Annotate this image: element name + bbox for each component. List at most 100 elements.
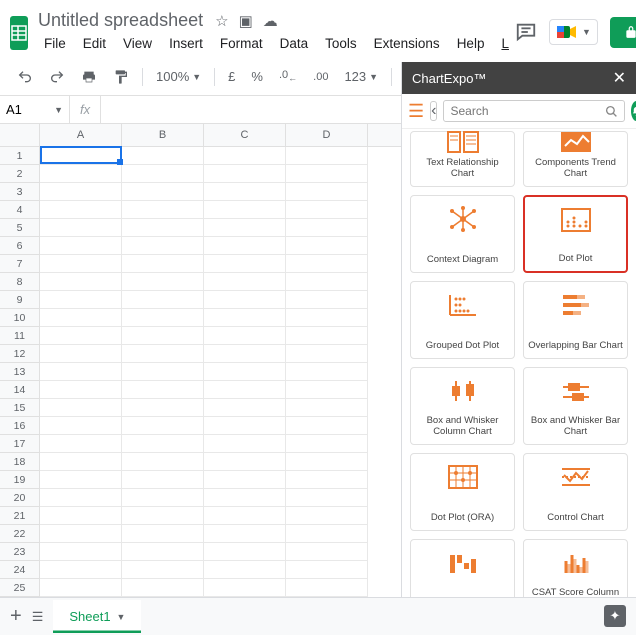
cell[interactable]: [122, 165, 204, 183]
search-input[interactable]: [443, 100, 625, 122]
cell[interactable]: [204, 237, 286, 255]
close-icon[interactable]: ✕: [613, 68, 626, 88]
row-header[interactable]: 4: [0, 201, 40, 219]
star-icon[interactable]: ☆: [215, 12, 228, 30]
row-header[interactable]: 2: [0, 165, 40, 183]
cell[interactable]: [286, 471, 368, 489]
cell[interactable]: [40, 579, 122, 597]
cell[interactable]: [122, 327, 204, 345]
cell[interactable]: [286, 561, 368, 579]
row-header[interactable]: 14: [0, 381, 40, 399]
cell[interactable]: [204, 399, 286, 417]
row-header[interactable]: 22: [0, 525, 40, 543]
cell[interactable]: [40, 399, 122, 417]
cell[interactable]: [286, 183, 368, 201]
cell[interactable]: [40, 363, 122, 381]
chart-card-box-col[interactable]: Box and Whisker Column Chart: [410, 367, 515, 445]
cell[interactable]: [286, 309, 368, 327]
cell[interactable]: [40, 345, 122, 363]
cell[interactable]: [40, 165, 122, 183]
cell[interactable]: [40, 381, 122, 399]
cell[interactable]: [204, 219, 286, 237]
cell[interactable]: [122, 381, 204, 399]
cell[interactable]: [286, 579, 368, 597]
menu-insert[interactable]: Insert: [163, 33, 209, 54]
row-header[interactable]: 19: [0, 471, 40, 489]
all-sheets-button[interactable]: ☰: [32, 609, 44, 625]
cell[interactable]: [286, 147, 368, 165]
cell[interactable]: [286, 255, 368, 273]
cell[interactable]: [204, 201, 286, 219]
cell[interactable]: [204, 489, 286, 507]
cell[interactable]: [40, 435, 122, 453]
cell[interactable]: [286, 417, 368, 435]
cell[interactable]: [122, 147, 204, 165]
row-header[interactable]: 18: [0, 453, 40, 471]
row-header[interactable]: 16: [0, 417, 40, 435]
cell[interactable]: [40, 255, 122, 273]
cell[interactable]: [122, 309, 204, 327]
chart-card-waterfall[interactable]: Waterfall Chart: [410, 539, 515, 597]
row-header[interactable]: 24: [0, 561, 40, 579]
cell[interactable]: [204, 507, 286, 525]
cloud-icon[interactable]: ☁: [263, 12, 278, 30]
cell[interactable]: [204, 561, 286, 579]
cell[interactable]: [286, 453, 368, 471]
cell[interactable]: [40, 525, 122, 543]
print-button[interactable]: [74, 64, 104, 90]
cell[interactable]: [286, 291, 368, 309]
cell[interactable]: [286, 345, 368, 363]
notifications-icon[interactable]: [631, 101, 636, 121]
cell[interactable]: [204, 345, 286, 363]
cell[interactable]: [286, 237, 368, 255]
menu-tools[interactable]: Tools: [319, 33, 363, 54]
cell[interactable]: [204, 381, 286, 399]
cell[interactable]: [204, 165, 286, 183]
menu-help[interactable]: Help: [451, 33, 491, 54]
cell[interactable]: [122, 543, 204, 561]
chart-card-dot-ora[interactable]: Dot Plot (ORA): [410, 453, 515, 531]
cell[interactable]: [204, 453, 286, 471]
cell[interactable]: [122, 201, 204, 219]
cell[interactable]: [122, 471, 204, 489]
cell[interactable]: [122, 507, 204, 525]
cell[interactable]: [286, 327, 368, 345]
percent-button[interactable]: %: [244, 64, 270, 89]
cell[interactable]: [286, 507, 368, 525]
cell[interactable]: [40, 471, 122, 489]
cell[interactable]: [204, 309, 286, 327]
cell[interactable]: [122, 489, 204, 507]
menu-file[interactable]: File: [38, 33, 72, 54]
cell[interactable]: [122, 291, 204, 309]
cell[interactable]: [286, 201, 368, 219]
cell[interactable]: [40, 201, 122, 219]
meet-button[interactable]: ▼: [549, 19, 598, 45]
cell[interactable]: [204, 417, 286, 435]
row-header[interactable]: 25: [0, 579, 40, 597]
cell[interactable]: [122, 579, 204, 597]
row-header[interactable]: 9: [0, 291, 40, 309]
menu-accessibility[interactable]: L: [495, 33, 515, 54]
cell[interactable]: [204, 363, 286, 381]
cell[interactable]: [122, 237, 204, 255]
add-sheet-button[interactable]: +: [10, 605, 22, 628]
cell[interactable]: [122, 435, 204, 453]
cell[interactable]: [204, 273, 286, 291]
row-header[interactable]: 11: [0, 327, 40, 345]
paint-format-button[interactable]: [106, 64, 136, 90]
chart-card-comp-trend[interactable]: Components Trend Chart: [523, 131, 628, 187]
name-box[interactable]: A1▼: [0, 96, 70, 123]
chart-card-text-rel[interactable]: Text Relationship Chart: [410, 131, 515, 187]
cell[interactable]: [204, 543, 286, 561]
row-header[interactable]: 15: [0, 399, 40, 417]
undo-button[interactable]: [10, 64, 40, 90]
cell[interactable]: [286, 525, 368, 543]
select-all-corner[interactable]: [0, 124, 40, 146]
cell[interactable]: [286, 489, 368, 507]
chart-card-overlap-bar[interactable]: Overlapping Bar Chart: [523, 281, 628, 359]
move-icon[interactable]: ▣: [239, 12, 253, 30]
cell[interactable]: [286, 381, 368, 399]
cell[interactable]: [40, 507, 122, 525]
chart-card-context[interactable]: Context Diagram: [410, 195, 515, 273]
cell[interactable]: [40, 309, 122, 327]
